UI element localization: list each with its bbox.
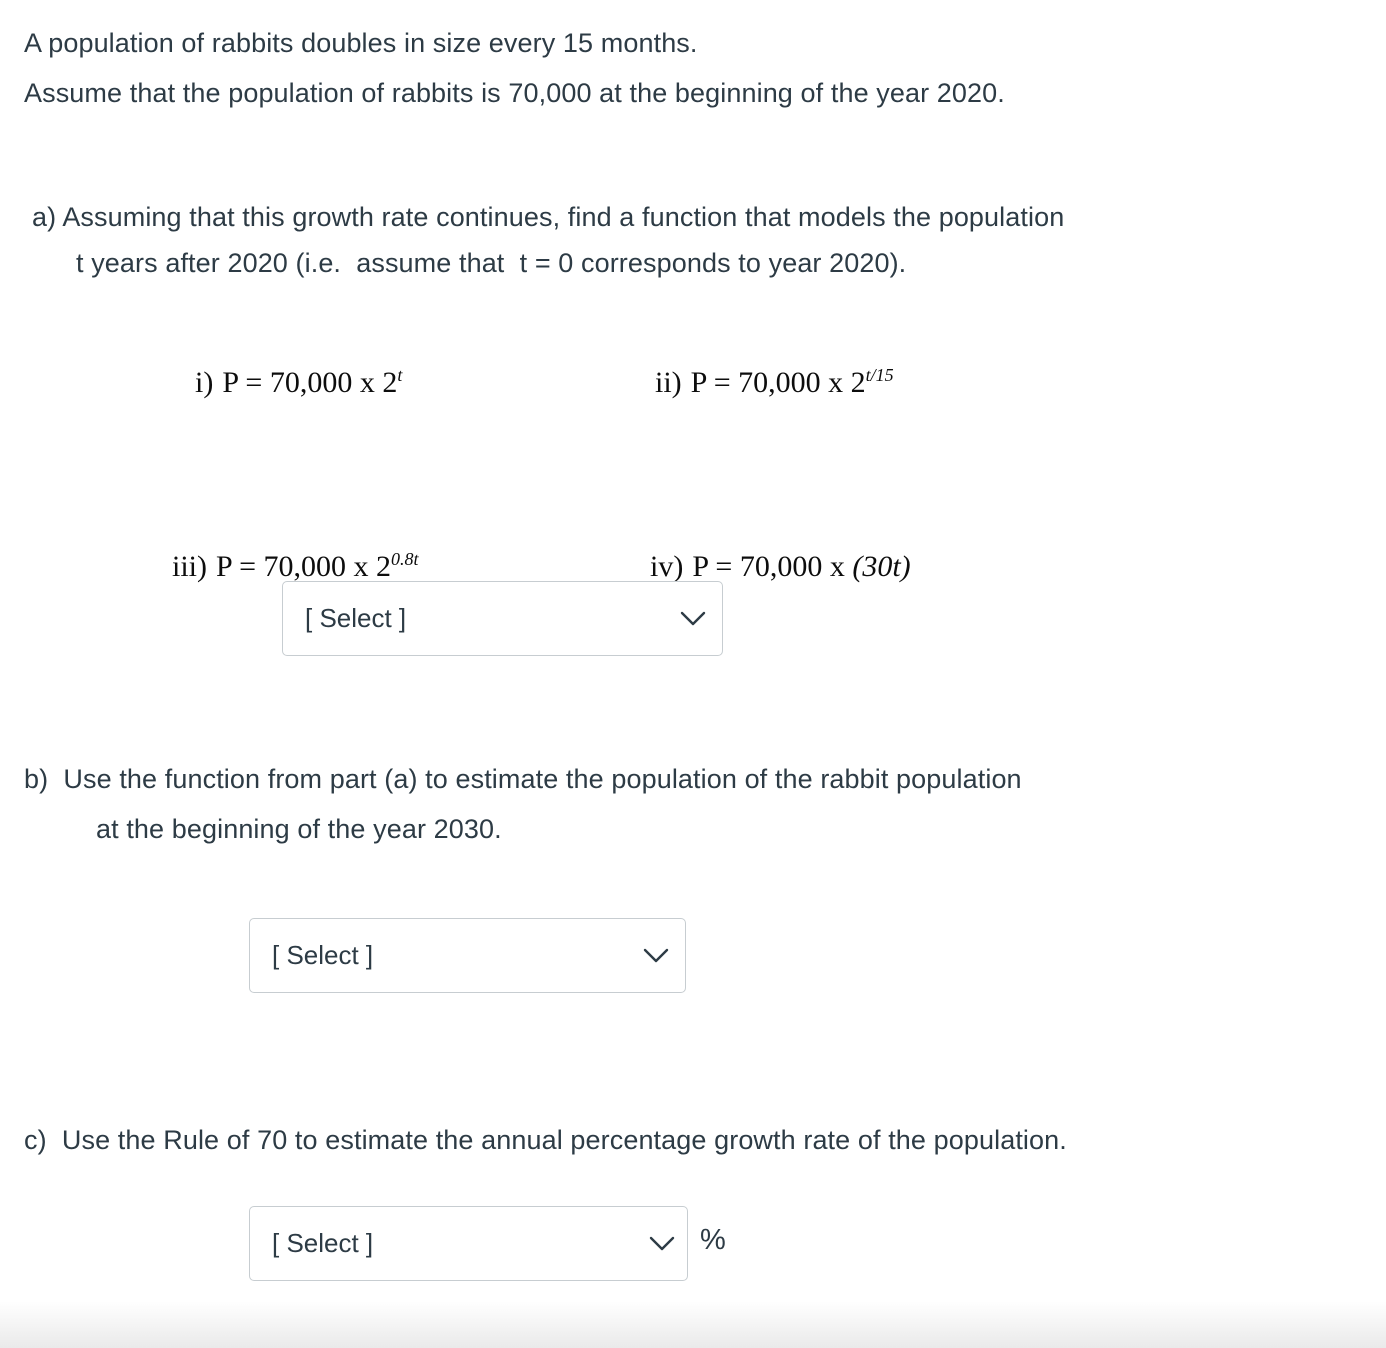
percent-unit-label: % — [700, 1224, 726, 1256]
part-a-prompt-line-1: a) Assuming that this growth rate contin… — [32, 202, 1065, 232]
answer-choice-iv: iv) P = 70,000 x (30t) — [650, 552, 911, 582]
page-bottom-shading — [0, 1296, 1386, 1348]
part-c-select-dropdown[interactable]: [ Select ] — [249, 1206, 688, 1281]
answer-choice-i-label: i) — [195, 366, 214, 399]
part-a-select-dropdown[interactable]: [ Select ] — [282, 581, 723, 656]
answer-choice-grid: i) P = 70,000 x 2t ii) P = 70,000 x 2t/15 … — [0, 352, 1386, 582]
part-b-prompt-line-1: b) Use the function from part (a) to est… — [24, 764, 1022, 794]
part-a-select-value: [ Select ] — [305, 603, 407, 633]
answer-choice-i-exponent: t — [397, 365, 403, 385]
answer-choice-ii: ii) P = 70,000 x 2t/15 — [655, 365, 894, 399]
part-c-prompt-line-1: c) Use the Rule of 70 to estimate the an… — [24, 1125, 1067, 1155]
answer-choice-ii-exponent: t/15 — [865, 365, 894, 385]
answer-choice-iv-paren: (30t) — [852, 550, 911, 583]
part-b-prompt-line-2: at the beginning of the year 2030. — [96, 814, 502, 844]
answer-choice-ii-label: ii) — [655, 366, 682, 399]
answer-choice-iii-label: iii) — [172, 550, 207, 583]
answer-choice-i-expression: P = 70,000 x 2 — [222, 366, 398, 399]
intro-line-2: Assume that the population of rabbits is… — [24, 78, 1005, 108]
answer-choice-row-1: i) P = 70,000 x 2t ii) P = 70,000 x 2t/15 — [0, 352, 1386, 444]
intro-line-1: A population of rabbits doubles in size … — [24, 28, 698, 58]
answer-choice-iv-label: iv) — [650, 550, 684, 583]
answer-choice-i: i) P = 70,000 x 2t — [195, 365, 403, 399]
chevron-down-icon[interactable] — [645, 1227, 679, 1261]
part-b-select-dropdown[interactable]: [ Select ] — [249, 918, 686, 993]
answer-choice-iii: iii) P = 70,000 x 20.8t — [172, 549, 419, 583]
answer-choice-iv-expression: P = 70,000 x — [692, 550, 853, 583]
answer-choice-iii-expression: P = 70,000 x 2 — [216, 550, 391, 583]
chevron-down-icon[interactable] — [676, 602, 710, 636]
answer-choice-row-2: iii) P = 70,000 x 20.8t iv) P = 70,000 x (… — [0, 444, 1386, 582]
part-b-select-value: [ Select ] — [272, 940, 374, 970]
part-a-prompt-line-2: t years after 2020 (i.e. assume that t =… — [76, 248, 907, 278]
part-c-select-value: [ Select ] — [272, 1228, 374, 1258]
answer-choice-ii-expression: P = 70,000 x 2 — [690, 366, 866, 399]
chevron-down-icon[interactable] — [639, 939, 673, 973]
answer-choice-iii-exponent: 0.8t — [391, 549, 419, 569]
question-page: A population of rabbits doubles in size … — [0, 0, 1386, 1348]
